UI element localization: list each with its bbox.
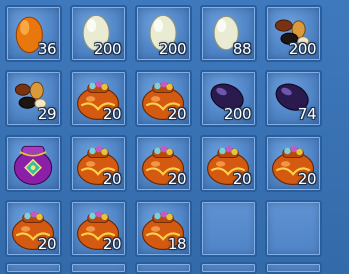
inventory-slot-r3-c4-empty[interactable] [265, 200, 322, 257]
inventory-slot-r0-c3[interactable]: 88 [200, 5, 257, 62]
inventory-slot-r4-c1-partial[interactable] [70, 262, 127, 274]
inventory-slot-r3-c0[interactable]: 20 [5, 200, 62, 257]
inventory-slot-r3-c1[interactable]: 20 [70, 200, 127, 257]
item-count: 74 [297, 105, 317, 123]
inventory-slot-r2-c2[interactable]: 20 [135, 135, 192, 192]
item-count: 88 [232, 40, 252, 58]
inventory-slot-r1-c4[interactable]: 74 [265, 70, 322, 127]
inventory-slot-r4-c0-partial[interactable] [5, 262, 62, 274]
inventory-slot-r0-c0[interactable]: 36 [5, 5, 62, 62]
purple-pouch-icon [13, 145, 53, 185]
inventory-slot-r3-c3-empty[interactable] [200, 200, 257, 257]
inventory-slot-r2-c3[interactable]: 20 [200, 135, 257, 192]
inventory-slot-r1-c1[interactable]: 20 [70, 70, 127, 127]
item-count: 18 [167, 235, 187, 253]
inventory-slot-r2-c0[interactable] [5, 135, 62, 192]
item-count: 36 [37, 40, 57, 58]
inventory-slot-r0-c4[interactable]: 200 [265, 5, 322, 62]
inventory-slot-r4-c2-partial[interactable] [135, 262, 192, 274]
item-count: 20 [167, 105, 187, 123]
inventory-slot-r4-c3-partial[interactable] [200, 262, 257, 274]
inventory-slot-r3-c2[interactable]: 18 [135, 200, 192, 257]
item-count: 20 [37, 235, 57, 253]
inventory-slot-r0-c2[interactable]: 200 [135, 5, 192, 62]
inventory-slot-r2-c1[interactable]: 20 [70, 135, 127, 192]
item-count: 200 [288, 40, 317, 58]
inventory-slot-r1-c2[interactable]: 20 [135, 70, 192, 127]
item-count: 200 [93, 40, 122, 58]
item-count: 20 [167, 170, 187, 188]
item-count: 20 [297, 170, 317, 188]
item-count: 29 [37, 105, 57, 123]
inventory-slot-r1-c0[interactable]: 29 [5, 70, 62, 127]
item-count: 200 [158, 40, 187, 58]
inventory-slot-r1-c3[interactable]: 200 [200, 70, 257, 127]
inventory-grid: 36 200 200 88 200 29 20 20 200 74 20 20 … [0, 0, 349, 274]
inventory-slot-r0-c1[interactable]: 200 [70, 5, 127, 62]
item-count: 20 [102, 105, 122, 123]
inventory-slot-r4-c4-partial[interactable] [265, 262, 322, 274]
item-count: 20 [102, 235, 122, 253]
item-count: 20 [232, 170, 252, 188]
inventory-slot-r2-c4[interactable]: 20 [265, 135, 322, 192]
item-count: 20 [102, 170, 122, 188]
item-count: 200 [223, 105, 252, 123]
